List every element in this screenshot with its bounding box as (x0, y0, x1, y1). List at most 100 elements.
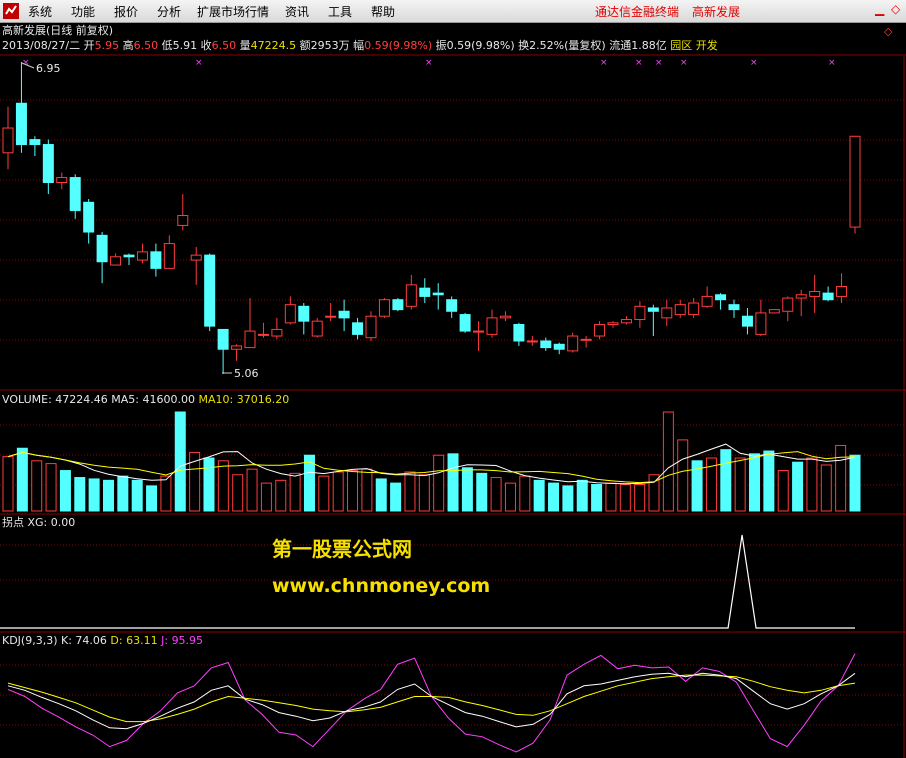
event-marker: × (635, 58, 643, 68)
candle-body (338, 310, 350, 319)
candle-body (419, 287, 431, 297)
volume-bar (217, 460, 229, 512)
volume-bar (591, 484, 603, 512)
candle-body (432, 292, 444, 296)
volume-bar (160, 475, 172, 512)
volume-bar (849, 454, 861, 512)
j-line (7, 653, 856, 753)
volume-bar (562, 485, 574, 512)
candle-body (352, 322, 364, 335)
candle-body (540, 340, 552, 349)
event-marker: × (750, 58, 758, 68)
price-high-marker: 6.95 (36, 62, 61, 75)
k-value: 74.06 (75, 634, 107, 647)
candle-body (190, 254, 202, 261)
ma5-value: 41600.00 (142, 393, 196, 406)
event-marker: × (655, 58, 663, 68)
candle-body (607, 322, 619, 325)
event-marker: × (22, 58, 30, 68)
candle-body (231, 345, 243, 350)
candle-body (123, 254, 135, 258)
candle-body (298, 305, 310, 322)
candle-body (150, 251, 162, 269)
candle-body (42, 144, 54, 184)
volume-bar (117, 475, 129, 512)
event-marker: × (600, 58, 608, 68)
candle-body (486, 317, 498, 335)
candle-body (715, 294, 727, 301)
volume-bar (246, 468, 258, 512)
volume-bar (548, 482, 560, 512)
volume-bar (88, 478, 100, 512)
volume-bar (418, 474, 430, 512)
candle-body (244, 330, 256, 349)
candle-body (56, 177, 68, 184)
volume-bar (131, 479, 143, 512)
candle-body (553, 343, 565, 350)
candle-body (768, 309, 780, 314)
volume-bar (533, 479, 545, 512)
candle-body (29, 139, 41, 146)
volume-bar (260, 482, 272, 512)
volume-bar (45, 463, 57, 512)
candle-body (15, 102, 27, 146)
volume-bar (332, 471, 344, 512)
volume-bar (102, 479, 114, 512)
event-marker: × (828, 58, 836, 68)
candle-body (513, 323, 525, 342)
candle-body (499, 315, 511, 319)
volume-bar (74, 477, 86, 512)
volume-bar (59, 470, 71, 512)
price-low-marker: 5.06 (234, 367, 259, 380)
candle-body (177, 215, 189, 226)
volume-bar (720, 449, 732, 512)
volume-bar (146, 485, 158, 512)
volume-bar (734, 457, 746, 512)
volume-bar (347, 470, 359, 512)
volume-bar (662, 411, 674, 512)
candle-body (755, 312, 767, 335)
candle-body (271, 328, 283, 337)
candle-body (674, 304, 686, 316)
volume-bar (605, 482, 617, 512)
candle-body (378, 299, 390, 317)
volume-bar (361, 468, 373, 512)
candle-body (83, 201, 95, 233)
volume-bar (677, 439, 689, 512)
volume-bar (634, 484, 646, 512)
candle-body (163, 243, 175, 269)
volume-bar (16, 447, 28, 512)
volume-bar (763, 450, 775, 512)
volume-bar (390, 482, 402, 512)
candle-body (96, 234, 108, 263)
volume-bar (275, 479, 287, 512)
volume-bar (576, 479, 588, 512)
volume-bar (174, 411, 186, 512)
volume-bar (792, 461, 804, 512)
ma5-label: MA5: (111, 393, 140, 406)
volume-bar (749, 453, 761, 512)
candle-body (728, 304, 740, 311)
candle-body (69, 177, 81, 212)
kdj-panel (7, 653, 856, 753)
candle-body (580, 338, 592, 341)
candle-body (136, 251, 148, 261)
candle-body (257, 333, 269, 336)
volume-bar (490, 477, 502, 512)
volume-bar (820, 464, 832, 512)
candle-body (311, 320, 323, 337)
event-marker: × (680, 58, 688, 68)
candle-body (392, 299, 404, 311)
xg-value: 0.00 (50, 516, 76, 529)
candle-body (405, 284, 417, 307)
candle-body (849, 135, 861, 228)
j-value: 95.95 (171, 634, 204, 647)
candle-body (526, 340, 538, 343)
candle-body (688, 302, 700, 316)
d-label: D: (110, 634, 123, 647)
volume-bar (31, 460, 43, 512)
d-line (7, 674, 856, 723)
volume-bar (404, 471, 416, 512)
volume-legend: VOLUME: 47224.46 MA5: 41600.00 MA10: 370… (2, 393, 289, 407)
kdj-name: KDJ(9,3,3) (2, 634, 58, 647)
